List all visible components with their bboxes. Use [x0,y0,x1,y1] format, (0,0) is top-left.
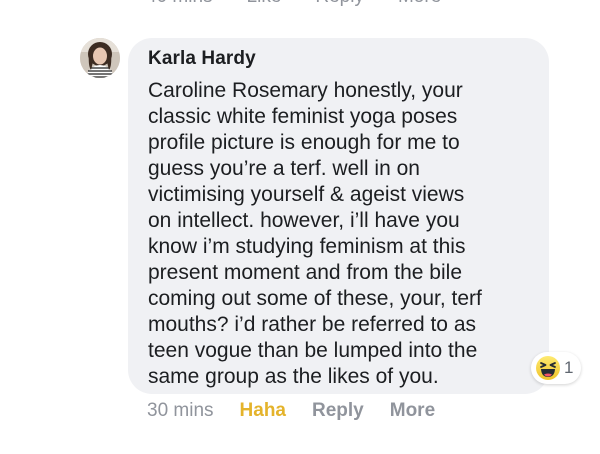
comment-timestamp[interactable]: 30 mins [147,400,214,422]
reaction-count: 1 [564,358,574,377]
comment-actions: 30 mins Haha Reply More [147,400,435,422]
comment-bubble: Karla Hardy Caroline Rosemary honestly, … [128,38,549,394]
more-button[interactable]: More [390,400,435,422]
comment-text-line: victimising yourself & ageist views [148,183,465,206]
previous-comment-reply-button[interactable]: Reply [315,0,364,8]
comment-thread: 40 mins Like Reply More Karla Hardy Caro… [0,0,600,454]
comment-author-name[interactable]: Karla Hardy [148,47,531,71]
comment-text-line: mouths? i’d rather be referred to as [148,313,477,336]
author-avatar[interactable] [80,38,120,78]
avatar-image [80,38,120,78]
comment-text-line: same group as the likes of you. [148,365,439,388]
comment-text-line: know i’m studying feminism at this [148,235,466,258]
reaction-summary[interactable]: 1 [531,352,582,384]
comment-text-line: Caroline Rosemary honestly, your [148,79,463,102]
comment-text-line: classic white feminist yoga poses [148,105,458,128]
reply-button[interactable]: Reply [312,400,364,422]
comment-text-line: teen vogue than be lumped into the [148,339,478,362]
haha-reaction-button[interactable]: Haha [240,400,286,422]
comment-text-line: coming out some of these, your, terf [148,287,482,310]
previous-comment-time: 40 mins [146,0,213,8]
comment-text-line: profile picture is enough for me to [148,131,460,154]
previous-comment-actions: 40 mins Like Reply More [146,0,441,8]
comment-text-line: on intellect. however, i’ll have you [148,209,460,232]
previous-comment-more-button[interactable]: More [398,0,441,8]
previous-comment-like-button[interactable]: Like [247,0,282,8]
haha-emoji-icon [536,356,560,380]
comment-text-line: present moment and from the bile [148,261,462,284]
comment-text-line: guess you’re a terf. well in on [148,157,420,180]
comment-text: Caroline Rosemary honestly, your classic… [148,78,528,390]
